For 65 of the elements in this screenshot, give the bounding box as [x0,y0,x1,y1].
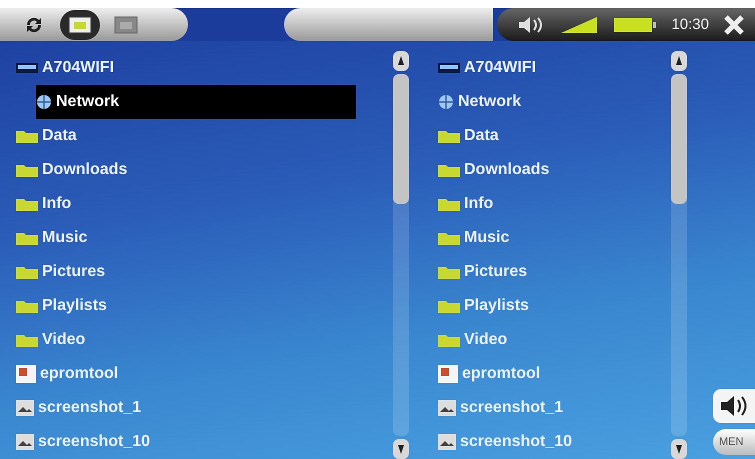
drive-icon [16,61,38,75]
list-item[interactable]: Downloads [422,153,670,187]
list-item[interactable]: A704WIFI [0,51,392,85]
sound-button[interactable] [713,389,755,423]
picture-icon [438,400,456,416]
list-item[interactable]: Playlists [0,289,392,323]
list-item[interactable]: Network [422,85,670,119]
menu-button[interactable]: MEN [713,429,755,455]
list-item[interactable]: epromtool [422,357,670,391]
scroll-up-icon [393,51,409,71]
picture-icon [438,434,456,450]
folder-icon [438,197,460,211]
scroll-down-icon [393,439,409,459]
tab[interactable] [60,10,100,40]
list-item[interactable]: A704WIFI [422,51,670,85]
list-item[interactable]: Pictures [422,255,670,289]
folder-icon [438,231,460,245]
list-item[interactable]: Info [0,187,392,221]
scroll-up-icon [671,51,687,71]
folder-icon [16,265,38,279]
list-item[interactable]: epromtool [0,357,392,391]
selected-list-item[interactable]: Network [36,85,356,119]
scrollbar-thumb[interactable] [393,74,409,204]
list-item[interactable]: Video [422,323,670,357]
folder-icon [438,265,460,279]
folder-window-icon [68,16,92,34]
globe-icon [438,94,454,110]
folder-icon [16,333,38,347]
list-item[interactable]: Video [0,323,392,357]
folder-icon [438,163,460,177]
folder-icon [438,129,460,143]
app-icon [16,365,36,383]
scroll-down-icon [671,439,687,459]
folder-icon [16,197,38,211]
close-icon [723,14,745,36]
list-item[interactable]: screenshot_10 [0,425,392,459]
folder-icon [16,129,38,143]
battery-icon [613,16,658,32]
list-item[interactable]: screenshot_1 [422,391,670,425]
list-item[interactable]: Music [422,221,670,255]
scrollbar-thumb[interactable] [671,74,687,204]
globe-icon [36,94,52,110]
app-icon [438,365,458,383]
folder-icon [16,163,38,177]
list-item[interactable]: Music [0,221,392,255]
speaker-icon [719,394,749,418]
picture-icon [16,434,34,450]
folder-icon [438,299,460,313]
drive-icon [438,61,460,75]
clock-time: 10:30 [671,16,709,33]
folder-icon [16,231,38,245]
list-item[interactable]: Data [0,119,392,153]
folder-icon [16,299,38,313]
close-button[interactable] [723,14,745,36]
list-item[interactable]: Pictures [0,255,392,289]
list-item[interactable]: Info [422,187,670,221]
list-item[interactable]: Data [422,119,670,153]
list-item[interactable]: screenshot_1 [0,391,392,425]
signal-icon [559,14,600,34]
window-icon [114,16,138,34]
folder-icon [438,333,460,347]
list-item[interactable]: Downloads [0,153,392,187]
list-item[interactable]: screenshot_10 [422,425,670,459]
list-item[interactable]: Playlists [422,289,670,323]
picture-icon [16,400,34,416]
